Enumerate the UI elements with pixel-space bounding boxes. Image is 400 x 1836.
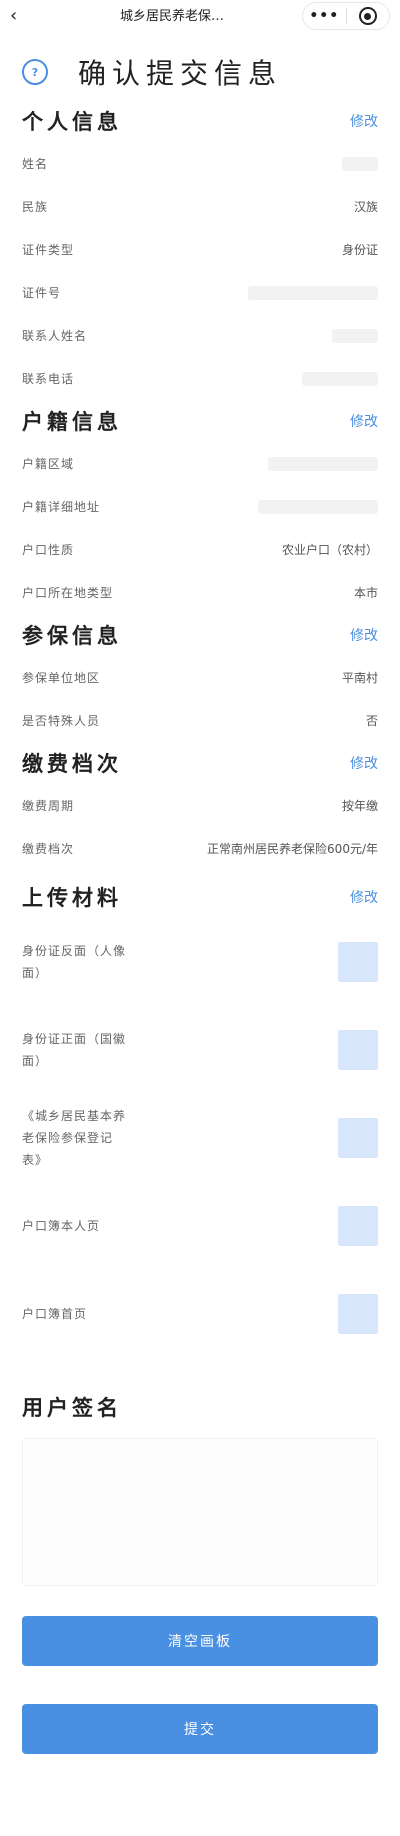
row-value-redacted bbox=[332, 328, 378, 343]
row-value-redacted bbox=[258, 499, 378, 514]
row-label: 参保单位地区 bbox=[22, 671, 101, 685]
info-row-name: 姓名 bbox=[22, 142, 378, 185]
info-row-household-type: 户口性质 农业户口（农村） bbox=[22, 528, 378, 571]
uploaded-image-thumbnail[interactable] bbox=[338, 1206, 378, 1246]
signature-title: 用户签名 bbox=[22, 1395, 122, 1420]
row-value: 按年缴 bbox=[341, 799, 378, 813]
edit-personal-button[interactable]: 修改 bbox=[350, 111, 378, 131]
info-row-household-address: 户籍详细地址 bbox=[22, 485, 378, 528]
row-label: 联系电话 bbox=[22, 372, 75, 386]
edit-insurance-button[interactable]: 修改 bbox=[350, 625, 378, 645]
row-value-redacted bbox=[268, 456, 378, 471]
info-row-payment-level: 缴费档次 正常南州居民养老保险600元/年 bbox=[22, 827, 378, 870]
row-label: 证件号 bbox=[22, 286, 62, 300]
row-label: 户口所在地类型 bbox=[22, 586, 114, 600]
upload-item-hukou-self-page: 户口簿本人页 bbox=[22, 1182, 378, 1270]
row-value-redacted bbox=[302, 371, 378, 386]
row-label: 姓名 bbox=[22, 157, 49, 171]
upload-label: 《城乡居民基本养老保险参保登记表》 bbox=[22, 1109, 127, 1167]
row-label: 户籍详细地址 bbox=[22, 500, 101, 514]
info-row-special-person: 是否特殊人员 否 bbox=[22, 699, 378, 742]
nav-bar: ‹ 城乡居民养老保… ••• bbox=[0, 0, 400, 30]
section-title: 户籍信息 bbox=[22, 409, 122, 434]
row-label: 缴费周期 bbox=[22, 799, 75, 813]
row-label: 缴费档次 bbox=[22, 842, 75, 856]
row-label: 户籍区域 bbox=[22, 457, 75, 471]
uploaded-image-thumbnail[interactable] bbox=[338, 1030, 378, 1070]
row-value: 本市 bbox=[353, 586, 378, 600]
insurance-info-section: 参保信息 修改 参保单位地区 平南村 是否特殊人员 否 bbox=[0, 614, 400, 742]
upload-label: 户口簿首页 bbox=[22, 1307, 88, 1321]
row-label: 户口性质 bbox=[22, 543, 75, 557]
row-value-redacted bbox=[342, 156, 378, 171]
upload-item-registration-form: 《城乡居民基本养老保险参保登记表》 bbox=[22, 1094, 378, 1182]
nav-title: 城乡居民养老保… bbox=[120, 9, 225, 24]
section-title: 上传材料 bbox=[22, 885, 122, 910]
row-value: 身份证 bbox=[341, 243, 378, 257]
row-label: 证件类型 bbox=[22, 243, 75, 257]
chevron-left-icon[interactable]: ‹ bbox=[10, 5, 30, 26]
row-label: 是否特殊人员 bbox=[22, 714, 101, 728]
edit-payment-button[interactable]: 修改 bbox=[350, 753, 378, 773]
close-button[interactable] bbox=[347, 7, 390, 25]
page-header: ? 确认提交信息 bbox=[0, 44, 400, 100]
upload-label: 户口簿本人页 bbox=[22, 1219, 101, 1233]
page-title: 确认提交信息 bbox=[78, 57, 283, 90]
more-icon[interactable]: ••• bbox=[303, 8, 346, 24]
section-title: 参保信息 bbox=[22, 623, 122, 648]
info-row-payment-cycle: 缴费周期 按年缴 bbox=[22, 784, 378, 827]
uploaded-image-thumbnail[interactable] bbox=[338, 942, 378, 982]
submit-button[interactable]: 提交 bbox=[22, 1704, 378, 1754]
info-row-id-type: 证件类型 身份证 bbox=[22, 228, 378, 271]
clear-signature-button[interactable]: 清空画板 bbox=[22, 1616, 378, 1666]
upload-item-id-front: 身份证正面（国徽面） bbox=[22, 1006, 378, 1094]
edit-household-button[interactable]: 修改 bbox=[350, 411, 378, 431]
close-icon bbox=[358, 7, 377, 25]
section-title: 缴费档次 bbox=[22, 751, 122, 776]
upload-item-id-back: 身份证反面（人像面） bbox=[22, 918, 378, 1006]
signature-pad[interactable] bbox=[22, 1438, 378, 1586]
row-value: 农业户口（农村） bbox=[281, 543, 378, 557]
info-row-phone: 联系电话 bbox=[22, 357, 378, 400]
row-label: 联系人姓名 bbox=[22, 329, 88, 343]
info-row-insurance-region: 参保单位地区 平南村 bbox=[22, 656, 378, 699]
row-label: 民族 bbox=[22, 200, 49, 214]
household-info-section: 户籍信息 修改 户籍区域 户籍详细地址 户口性质 农业户口（农村） 户口所在地类… bbox=[0, 400, 400, 614]
info-row-ethnicity: 民族 汉族 bbox=[22, 185, 378, 228]
personal-info-section: 个人信息 修改 姓名 民族 汉族 证件类型 身份证 证件号 联系人姓名 联系电话 bbox=[0, 100, 400, 400]
section-title: 个人信息 bbox=[22, 109, 122, 134]
row-value: 平南村 bbox=[341, 671, 378, 685]
upload-label: 身份证正面（国徽面） bbox=[22, 1032, 127, 1068]
payment-level-section: 缴费档次 修改 缴费周期 按年缴 缴费档次 正常南州居民养老保险600元/年 bbox=[0, 742, 400, 870]
info-row-contact-name: 联系人姓名 bbox=[22, 314, 378, 357]
info-row-id-number: 证件号 bbox=[22, 271, 378, 314]
upload-label: 身份证反面（人像面） bbox=[22, 944, 127, 980]
uploads-section: 上传材料 修改 身份证反面（人像面） 身份证正面（国徽面） 《城乡居民基本养老保… bbox=[0, 876, 400, 1358]
info-icon: ? bbox=[22, 59, 48, 85]
info-row-household-region: 户籍区域 bbox=[22, 442, 378, 485]
row-value: 否 bbox=[365, 714, 378, 728]
mini-program-capsule: ••• bbox=[302, 2, 390, 30]
upload-item-hukou-first-page: 户口簿首页 bbox=[22, 1270, 378, 1358]
row-value: 汉族 bbox=[353, 200, 378, 214]
edit-uploads-button[interactable]: 修改 bbox=[350, 887, 378, 907]
uploaded-image-thumbnail[interactable] bbox=[338, 1294, 378, 1334]
row-value-redacted bbox=[248, 285, 378, 300]
row-value: 正常南州居民养老保险600元/年 bbox=[207, 842, 378, 856]
info-row-household-location: 户口所在地类型 本市 bbox=[22, 571, 378, 614]
uploaded-image-thumbnail[interactable] bbox=[338, 1118, 378, 1158]
